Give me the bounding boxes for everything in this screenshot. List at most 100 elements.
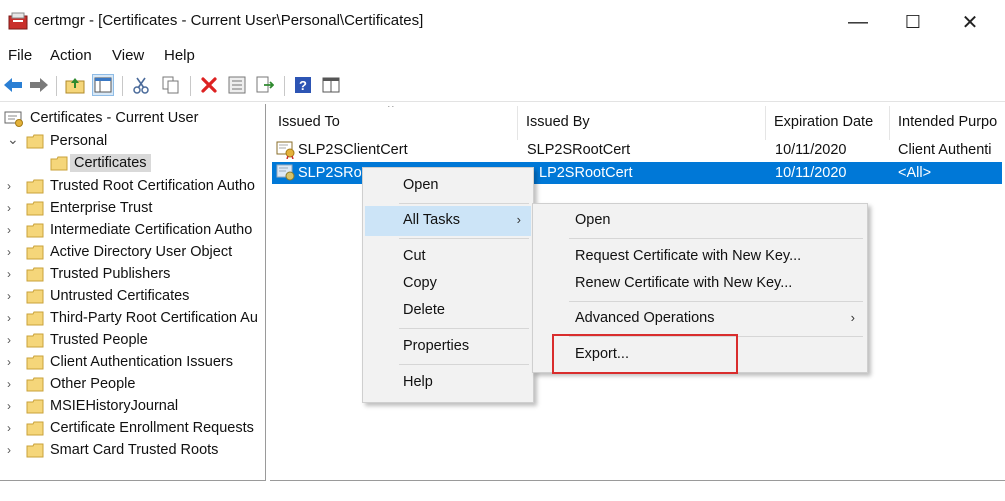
- column-header-intended-purposes[interactable]: Intended Purpo: [890, 106, 1005, 140]
- expand-chevron-icon[interactable]: ›: [7, 333, 19, 347]
- tree-item-label: Certificate Enrollment Requests: [50, 420, 254, 436]
- column-label: Issued By: [526, 114, 590, 130]
- back-arrow-icon[interactable]: [2, 74, 24, 96]
- certificates-snapin-icon: [4, 111, 24, 127]
- properties-icon[interactable]: [226, 74, 248, 96]
- forward-arrow-icon[interactable]: [28, 74, 50, 96]
- tree-item-label: Trusted Publishers: [50, 266, 171, 282]
- folder-icon: [26, 267, 44, 282]
- context-menu-all-tasks[interactable]: All Tasks ›: [365, 206, 531, 236]
- folder-icon: [26, 421, 44, 436]
- submenu-open[interactable]: Open: [535, 206, 865, 236]
- copy-icon[interactable]: [160, 74, 182, 96]
- context-menu-copy[interactable]: Copy: [365, 269, 531, 299]
- expand-chevron-icon[interactable]: ›: [7, 421, 19, 435]
- tree-item-store[interactable]: › Enterprise Trust: [0, 198, 265, 220]
- folder-icon: [26, 201, 44, 216]
- menu-bar: File Action View Help: [0, 42, 1005, 70]
- expand-chevron-icon[interactable]: ›: [7, 245, 19, 259]
- tree-item-label: Untrusted Certificates: [50, 288, 190, 304]
- collapse-chevron-icon[interactable]: ⌄: [7, 131, 19, 147]
- console-tree[interactable]: Certificates - Current User ⌄ Personal C…: [0, 104, 266, 481]
- expand-chevron-icon[interactable]: ›: [7, 377, 19, 391]
- tree-item-label: Certificates: [70, 154, 151, 172]
- context-menu-properties[interactable]: Properties: [365, 332, 531, 362]
- menu-separator: [569, 301, 863, 302]
- expand-chevron-icon[interactable]: ›: [7, 289, 19, 303]
- context-menu-cut[interactable]: Cut: [365, 242, 531, 272]
- column-label: Issued To: [278, 114, 340, 130]
- cell-expiration-date: 10/11/2020: [775, 142, 847, 158]
- context-menu: Open All Tasks › Cut Copy Delete Propert…: [362, 167, 534, 403]
- cut-icon[interactable]: [130, 74, 152, 96]
- maximize-button[interactable]: ☐: [893, 8, 933, 36]
- certificate-icon: [276, 141, 296, 160]
- tree-item-root[interactable]: Certificates - Current User: [0, 108, 265, 130]
- details-pane-icon[interactable]: [320, 74, 342, 96]
- submenu-renew-certificate[interactable]: Renew Certificate with New Key...: [535, 269, 865, 299]
- submenu-request-certificate[interactable]: Request Certificate with New Key...: [535, 242, 865, 272]
- minimize-button[interactable]: —: [838, 8, 878, 36]
- menu-action[interactable]: Action: [50, 47, 92, 64]
- tree-item-store[interactable]: › MSIEHistoryJournal: [0, 396, 265, 418]
- folder-icon: [26, 399, 44, 414]
- cell-issued-by: LP2SRootCert: [539, 165, 633, 181]
- export-list-icon[interactable]: [254, 74, 276, 96]
- menu-help[interactable]: Help: [164, 47, 195, 64]
- expand-chevron-icon[interactable]: ›: [7, 223, 19, 237]
- folder-icon: [26, 311, 44, 326]
- tree-item-store[interactable]: › Untrusted Certificates: [0, 286, 265, 308]
- tree-item-certificates[interactable]: Certificates: [0, 153, 265, 175]
- expand-chevron-icon[interactable]: ›: [7, 267, 19, 281]
- tree-item-store[interactable]: › Certificate Enrollment Requests: [0, 418, 265, 440]
- export-highlight-callout: [552, 334, 738, 374]
- certmgr-app-icon: [8, 12, 28, 30]
- column-header-issued-to[interactable]: ^ Issued To: [270, 106, 518, 140]
- expand-chevron-icon[interactable]: ›: [7, 311, 19, 325]
- help-icon[interactable]: ?: [292, 74, 314, 96]
- toolbar-separator: [56, 76, 57, 96]
- tree-item-label: MSIEHistoryJournal: [50, 398, 179, 414]
- show-hide-tree-icon[interactable]: [92, 74, 114, 96]
- expand-chevron-icon[interactable]: ›: [7, 355, 19, 369]
- tree-item-store[interactable]: › Trusted People: [0, 330, 265, 352]
- tree-item-store[interactable]: › Active Directory User Object: [0, 242, 265, 264]
- delete-icon[interactable]: [198, 74, 220, 96]
- tree-item-store[interactable]: › Trusted Root Certification Autho: [0, 176, 265, 198]
- expand-chevron-icon[interactable]: ›: [7, 443, 19, 457]
- submenu-advanced-operations[interactable]: Advanced Operations ›: [535, 304, 865, 334]
- table-row[interactable]: SLP2SClientCert SLP2SRootCert 10/11/2020…: [272, 139, 1002, 161]
- folder-icon: [26, 377, 44, 392]
- close-button[interactable]: ✕: [950, 8, 990, 36]
- tree-item-store[interactable]: › Trusted Publishers: [0, 264, 265, 286]
- tree-item-store[interactable]: › Client Authentication Issuers: [0, 352, 265, 374]
- tree-item-store[interactable]: › Smart Card Trusted Roots: [0, 440, 265, 462]
- column-header-expiration-date[interactable]: Expiration Date: [766, 106, 890, 140]
- expand-chevron-icon[interactable]: ›: [7, 179, 19, 193]
- tree-item-personal[interactable]: ⌄ Personal: [0, 131, 265, 153]
- certificate-icon: [276, 164, 296, 182]
- menu-file[interactable]: File: [8, 47, 32, 64]
- tree-item-store[interactable]: › Third-Party Root Certification Au: [0, 308, 265, 330]
- context-menu-help[interactable]: Help: [365, 368, 531, 398]
- folder-icon: [50, 156, 68, 171]
- menu-item-label: Advanced Operations: [575, 310, 715, 326]
- submenu-arrow-icon: ›: [516, 212, 521, 227]
- context-menu-delete[interactable]: Delete: [365, 296, 531, 326]
- expand-chevron-icon[interactable]: ›: [7, 201, 19, 215]
- column-header-issued-by[interactable]: Issued By: [518, 106, 766, 140]
- toolbar-separator: [284, 76, 285, 96]
- cell-intended-purposes: Client Authenti: [898, 142, 992, 158]
- folder-icon: [26, 355, 44, 370]
- tree-item-label: Intermediate Certification Autho: [50, 222, 253, 238]
- toolbar-separator: [122, 76, 123, 96]
- folder-icon: [26, 245, 44, 260]
- context-menu-open[interactable]: Open: [365, 171, 531, 201]
- up-folder-icon[interactable]: [64, 74, 86, 96]
- tree-item-label: Other People: [50, 376, 136, 392]
- tree-item-label: Personal: [50, 133, 108, 149]
- tree-item-store[interactable]: › Intermediate Certification Autho: [0, 220, 265, 242]
- tree-item-store[interactable]: › Other People: [0, 374, 265, 396]
- expand-chevron-icon[interactable]: ›: [7, 399, 19, 413]
- menu-view[interactable]: View: [112, 47, 144, 64]
